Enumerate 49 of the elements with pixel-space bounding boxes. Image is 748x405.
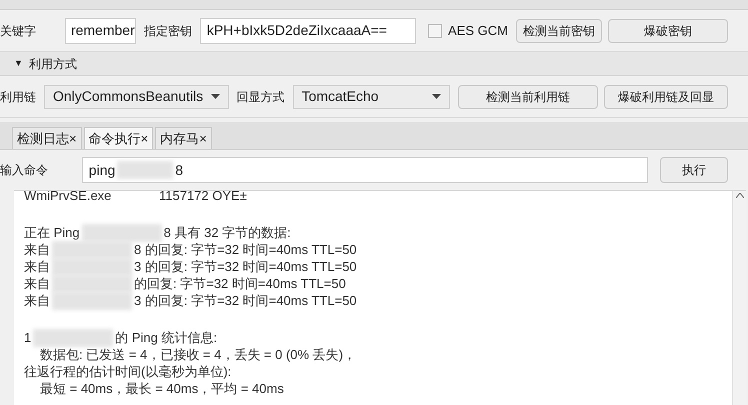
output-text: 往返行程的估计时间(以毫秒为单位):	[24, 363, 232, 380]
keyword-label: 关键字	[0, 22, 37, 40]
output-text: 的回复: 字节=32 时间=40ms TTL=50	[134, 275, 346, 292]
dropdown-caret-icon	[432, 94, 441, 99]
output-text: 8 的回复: 字节=32 时间=40ms TTL=50	[134, 241, 357, 258]
aes-gcm-label: AES GCM	[448, 22, 508, 40]
action-button[interactable]: 检测当前密钥	[516, 18, 602, 42]
output-text: 来自	[24, 258, 50, 275]
tab[interactable]: 检测日志×	[12, 127, 82, 149]
output-text: 1	[24, 329, 32, 346]
output-text: 3 的回复: 字节=32 时间=40ms TTL=50	[134, 258, 357, 275]
command-field[interactable]: ping 8	[82, 157, 648, 183]
section-title: 利用方式	[28, 56, 77, 72]
chain-dropdown[interactable]: OnlyCommonsBeanutils	[44, 84, 229, 108]
action-button[interactable]: 爆破利用链及回显	[604, 84, 728, 108]
output-text: 来自	[24, 275, 50, 292]
action-button[interactable]: 检测当前利用链	[458, 84, 598, 108]
output-text: 来自	[24, 241, 50, 258]
close-tab-icon[interactable]: ×	[69, 128, 77, 148]
process-memory: 1157172 OYE±	[159, 191, 247, 204]
section-header[interactable]: ▼ 利用方式	[0, 52, 748, 76]
action-button[interactable]: 爆破密钥	[608, 18, 728, 42]
echo-label: 回显方式	[236, 88, 285, 106]
tab[interactable]: 命令执行×	[84, 127, 154, 149]
close-tab-icon[interactable]: ×	[140, 128, 148, 148]
dropdown-caret-icon	[210, 94, 220, 99]
command-text: ping	[88, 160, 116, 180]
output-text: 来自	[24, 292, 50, 309]
tab[interactable]: 内存马×	[155, 127, 212, 149]
aes-gcm-checkbox[interactable]	[428, 24, 442, 38]
output-text: 8 具有 32 字节的数据:	[164, 224, 291, 241]
blurred-region	[117, 161, 174, 179]
keyword-field[interactable]: remember	[64, 18, 136, 44]
execute-button[interactable]: 执行	[660, 157, 728, 183]
key-field[interactable]: kPH+bIxk5D2deZiIxcaaaA==	[200, 18, 416, 44]
echo-dropdown[interactable]: TomcatEcho	[292, 84, 450, 108]
command-label: 输入命令	[0, 162, 49, 179]
output-text: 3 的回复: 字节=32 时间=40ms TTL=50	[134, 292, 357, 309]
scrollbar[interactable]	[732, 191, 746, 405]
chain-label: 利用链	[0, 88, 36, 106]
key-label: 指定密钥	[144, 22, 192, 40]
close-tab-icon[interactable]: ×	[199, 128, 207, 148]
command-text: 8	[175, 160, 184, 180]
output-text: 正在 Ping	[24, 224, 80, 241]
output-line: 数据包: 已发送 = 4，已接收 = 4，丢失 = 0 (0% 丢失)，	[40, 347, 356, 362]
output-line: 最短 = 40ms，最长 = 40ms，平均 = 40ms	[40, 381, 284, 396]
collapse-toggle[interactable]: ▼	[14, 56, 23, 70]
scroll-up-icon[interactable]	[736, 193, 744, 198]
output-text: 的 Ping 统计信息:	[115, 329, 218, 346]
